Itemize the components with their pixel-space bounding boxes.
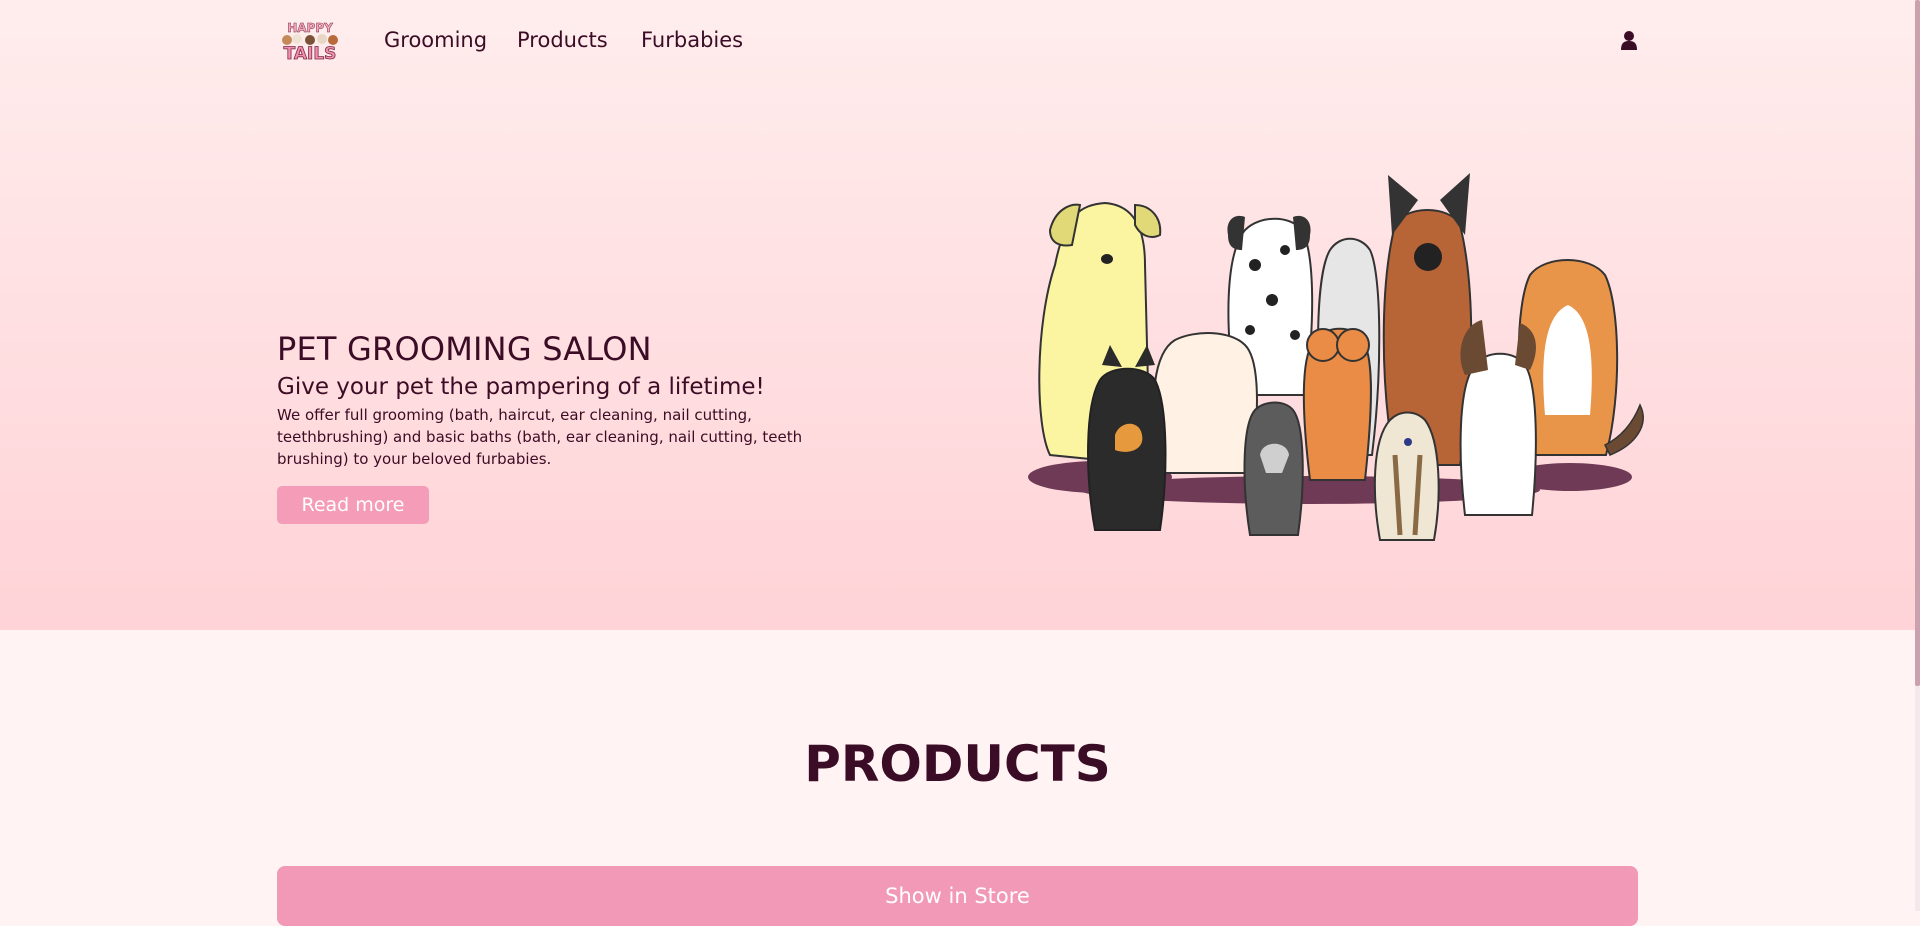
logo-bottom-text: TAILS — [284, 44, 337, 62]
group-of-dogs-illustration — [1028, 173, 1644, 541]
nav-link-products[interactable]: Products — [517, 26, 608, 54]
scrollbar-thumb[interactable] — [1915, 0, 1920, 686]
nav-link-furbabies[interactable]: Furbabies — [641, 26, 743, 54]
logo-top-text: HAPPY — [287, 21, 333, 35]
show-in-store-button[interactable]: Show in Store — [277, 866, 1638, 926]
read-more-button[interactable]: Read more — [277, 486, 429, 524]
top-navbar: HAPPY TAILS Grooming Products Furbabies — [0, 0, 1915, 80]
user-icon[interactable] — [1620, 30, 1638, 50]
page-scrollbar[interactable] — [1915, 0, 1920, 911]
nav-link-grooming[interactable]: Grooming — [384, 26, 487, 54]
products-section-title: PRODUCTS — [804, 735, 1111, 793]
hero-title: PET GROOMING SALON — [277, 330, 652, 368]
hero-subtitle: Give your pet the pampering of a lifetim… — [277, 374, 765, 400]
happy-tails-logo[interactable]: HAPPY TAILS — [277, 18, 343, 62]
hero-description: We offer full grooming (bath, haircut, e… — [277, 406, 803, 468]
